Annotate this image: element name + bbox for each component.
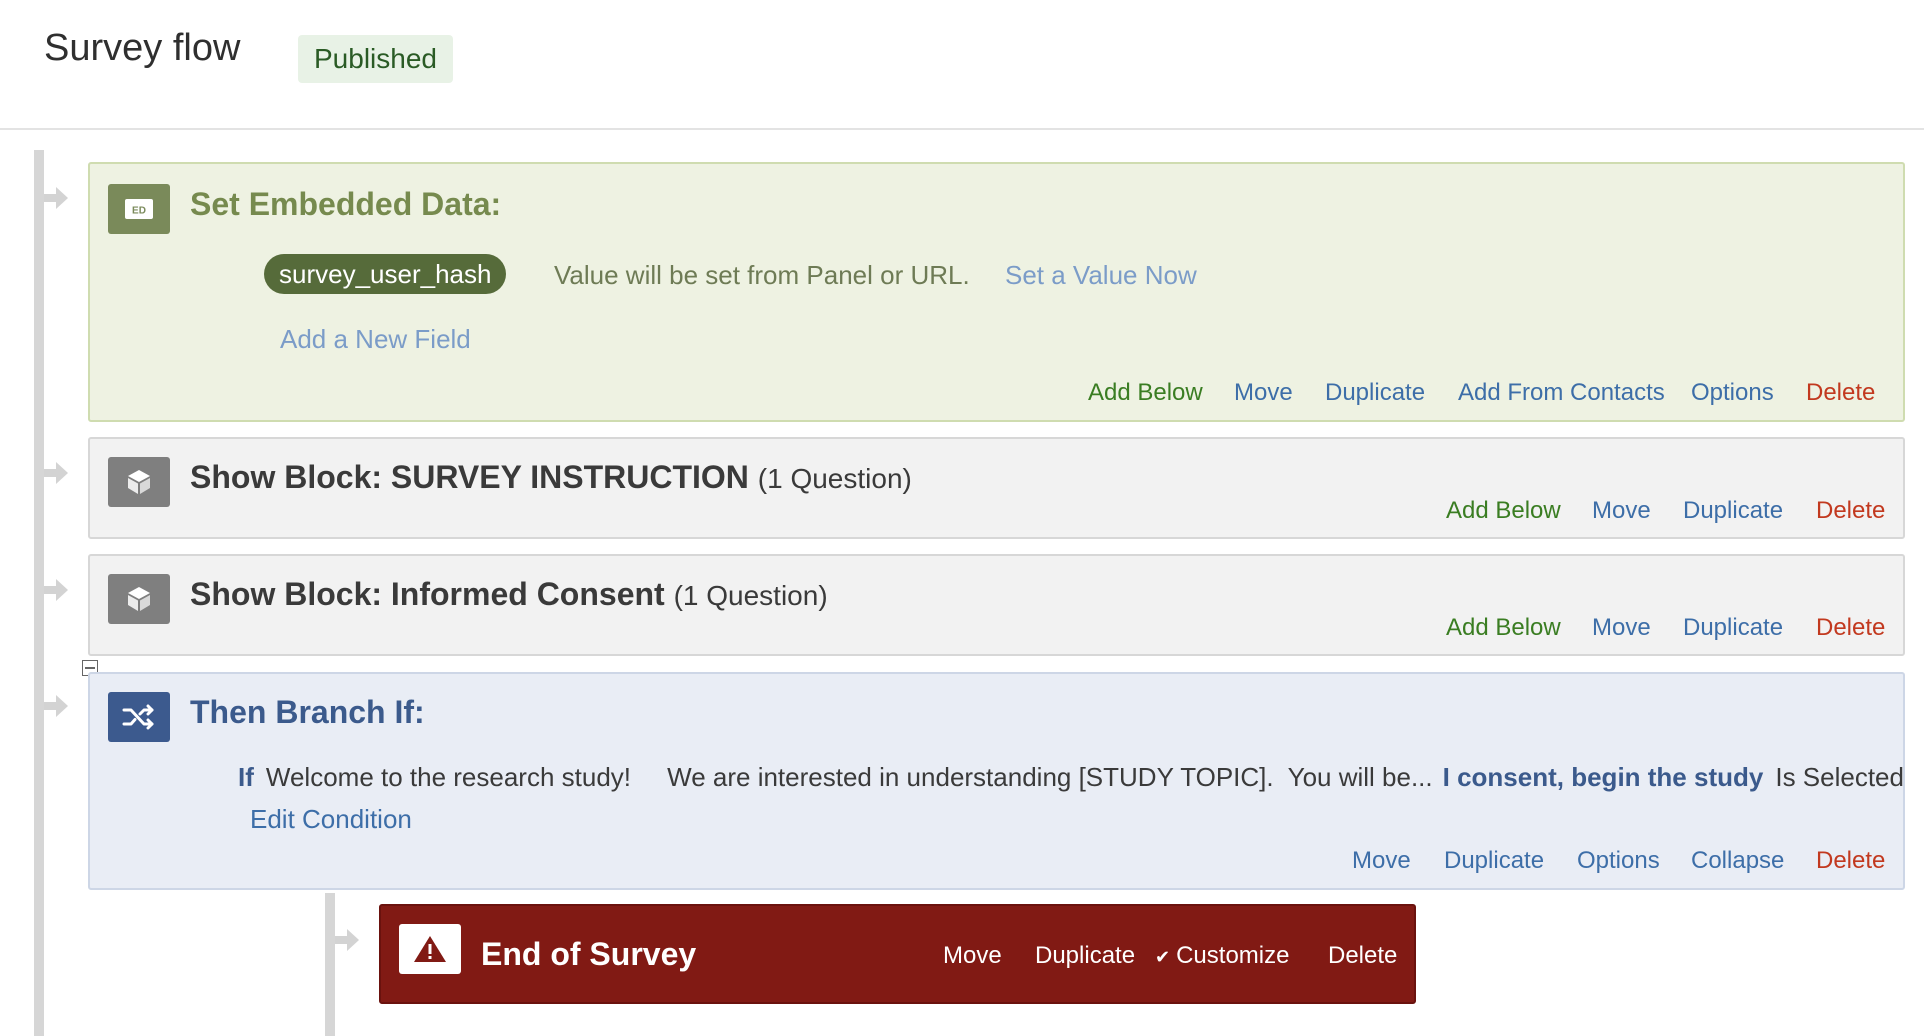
connector-arrow-icon	[44, 185, 70, 211]
add-new-field-link[interactable]: Add a New Field	[280, 324, 471, 355]
condition-operator: Is Selected	[1775, 762, 1904, 792]
move-button[interactable]: Move	[943, 942, 1002, 970]
connector-arrow-icon	[44, 460, 70, 486]
checkmark-icon: ✔	[1155, 947, 1171, 967]
delete-button[interactable]: Delete	[1328, 942, 1397, 970]
question-text: Welcome to the research study! We are in…	[265, 762, 1433, 792]
embedded-data-icon: ED	[108, 184, 170, 234]
branch-icon	[108, 692, 170, 742]
delete-button[interactable]: Delete	[1816, 497, 1885, 525]
connector-arrow-icon	[335, 927, 361, 953]
warning-icon	[399, 924, 461, 974]
add-below-button[interactable]: Add Below	[1446, 497, 1561, 525]
duplicate-button[interactable]: Duplicate	[1683, 614, 1783, 642]
embedded-field-name[interactable]: survey_user_hash	[264, 254, 507, 294]
svg-text:ED: ED	[132, 206, 146, 217]
page-title: Survey flow	[44, 27, 241, 69]
block-title-text: Show Block: SURVEY INSTRUCTION	[190, 459, 749, 495]
add-from-contacts-button[interactable]: Add From Contacts	[1458, 379, 1665, 407]
duplicate-button[interactable]: Duplicate	[1444, 847, 1544, 875]
branch-title: Then Branch If:	[190, 694, 425, 730]
delete-button[interactable]: Delete	[1806, 379, 1875, 407]
duplicate-button[interactable]: Duplicate	[1325, 379, 1425, 407]
edit-condition-link[interactable]: Edit Condition	[250, 804, 412, 835]
end-of-survey-title: End of Survey	[481, 936, 697, 972]
flow-rail-main	[34, 150, 44, 1036]
status-badge: Published	[298, 35, 453, 83]
show-block-informed-consent: Show Block: Informed Consent (1 Question…	[88, 554, 1905, 656]
delete-button[interactable]: Delete	[1816, 614, 1885, 642]
branch-block: Then Branch If: If Welcome to the researc…	[88, 672, 1905, 890]
question-count: (1 Question)	[673, 580, 828, 611]
block-title: Show Block: Informed Consent (1 Question…	[190, 576, 828, 613]
customize-label: Customize	[1176, 942, 1290, 969]
move-button[interactable]: Move	[1352, 847, 1411, 875]
connector-arrow-icon	[44, 577, 70, 603]
options-button[interactable]: Options	[1577, 847, 1660, 875]
flow-rail-branch	[325, 893, 335, 1036]
if-label: If	[238, 762, 254, 792]
add-below-button[interactable]: Add Below	[1088, 379, 1203, 407]
show-block-survey-instruction: Show Block: SURVEY INSTRUCTION (1 Questi…	[88, 437, 1905, 539]
move-button[interactable]: Move	[1592, 614, 1651, 642]
block-title: Show Block: SURVEY INSTRUCTION (1 Questi…	[190, 459, 912, 496]
duplicate-button[interactable]: Duplicate	[1683, 497, 1783, 525]
answer-choice: I consent, begin the study	[1442, 762, 1764, 792]
question-count: (1 Question)	[757, 463, 912, 494]
move-button[interactable]: Move	[1592, 497, 1651, 525]
field-value-text: Value will be set from Panel or URL.	[554, 260, 970, 290]
page-header: Survey flow Published	[0, 0, 1924, 130]
embedded-data-title: Set Embedded Data:	[190, 186, 502, 222]
end-of-survey-block: End of Survey Move Duplicate ✔ Customize …	[379, 904, 1416, 1004]
delete-button[interactable]: Delete	[1816, 847, 1885, 875]
embedded-data-block: ED Set Embedded Data: survey_user_hash V…	[88, 162, 1905, 422]
options-button[interactable]: Options	[1691, 379, 1774, 407]
block-cube-icon	[108, 457, 170, 507]
connector-arrow-icon	[44, 693, 70, 719]
branch-condition: If Welcome to the research study! We are …	[238, 762, 1904, 793]
customize-button[interactable]: ✔ Customize	[1155, 942, 1289, 970]
duplicate-button[interactable]: Duplicate	[1035, 942, 1135, 970]
set-value-link[interactable]: Set a Value Now	[1005, 260, 1197, 291]
add-below-button[interactable]: Add Below	[1446, 614, 1561, 642]
block-title-text: Show Block: Informed Consent	[190, 576, 665, 612]
move-button[interactable]: Move	[1234, 379, 1293, 407]
block-cube-icon	[108, 574, 170, 624]
collapse-button[interactable]: Collapse	[1691, 847, 1784, 875]
